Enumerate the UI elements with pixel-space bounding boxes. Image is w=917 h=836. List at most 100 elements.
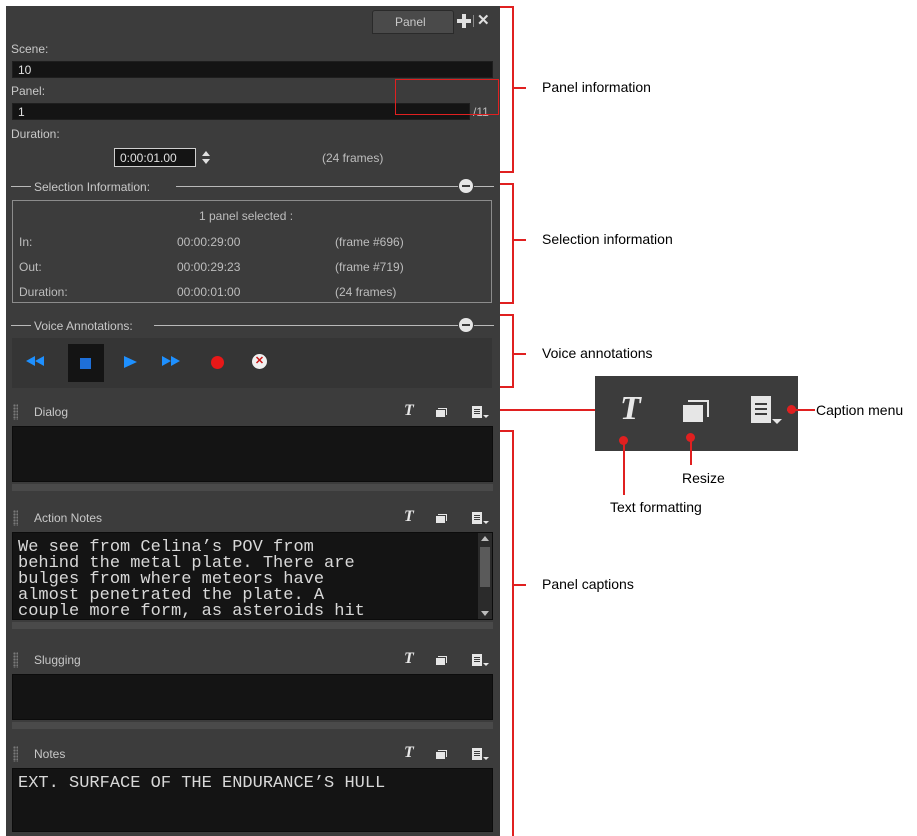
- add-view-icon[interactable]: [457, 14, 471, 28]
- scene-field[interactable]: 10: [12, 61, 493, 78]
- resize-annotation: Resize: [682, 470, 725, 486]
- resize-icon-large: [683, 400, 709, 422]
- resize-dot: [686, 433, 695, 442]
- caption-title: Dialog: [34, 405, 69, 419]
- scene-value: 10: [18, 63, 32, 77]
- text-formatting-dot: [619, 436, 628, 445]
- text-formatting-pointer: [623, 440, 625, 495]
- tab-panel[interactable]: Panel: [372, 10, 454, 34]
- scroll-down-icon[interactable]: [481, 611, 489, 616]
- drag-handle-icon[interactable]: [13, 746, 18, 762]
- selection-box: 1 panel selected : In: 00:00:29:00 (fram…: [12, 200, 492, 303]
- duration-label: Duration:: [11, 127, 60, 141]
- resize-icon[interactable]: [436, 750, 447, 759]
- text-format-icon[interactable]: T: [404, 508, 414, 526]
- selection-out-frames: (frame #719): [335, 260, 404, 274]
- fast-forward-icon[interactable]: [162, 354, 184, 368]
- stop-icon: [80, 358, 91, 369]
- scene-label: Scene:: [11, 42, 49, 56]
- duration-field[interactable]: 0:00:01.00: [114, 148, 196, 167]
- callout-connector: [500, 409, 595, 411]
- delete-audio-icon[interactable]: ✕: [252, 354, 267, 369]
- selection-duration-frames: (24 frames): [335, 285, 397, 299]
- text-format-icon[interactable]: T: [404, 744, 414, 762]
- caption-text-area[interactable]: We see from Celina’s POV from behind the…: [12, 532, 493, 620]
- selection-information-annotation: Selection information: [542, 231, 673, 247]
- selection-header: Selection Information:: [34, 180, 151, 194]
- caption-menu-annotation: Caption menu: [816, 402, 904, 418]
- caption-menu-icon[interactable]: [472, 748, 489, 760]
- voice-annotations-bracket: [500, 314, 514, 388]
- drag-handle-icon[interactable]: [13, 404, 18, 420]
- selection-duration-time: 00:00:01:00: [177, 285, 241, 299]
- close-icon[interactable]: ✕: [477, 13, 490, 28]
- drag-handle-icon[interactable]: [13, 652, 18, 668]
- panel-total-highlight: [395, 79, 499, 115]
- scroll-up-icon[interactable]: [481, 536, 489, 541]
- bracket-tick: [514, 239, 526, 241]
- caption-text-area[interactable]: EXT. SURFACE OF THE ENDURANCE’S HULL: [12, 768, 493, 832]
- selection-in-time: 00:00:29:00: [177, 235, 241, 249]
- caption-header: Notes T: [6, 740, 500, 768]
- selection-information-bracket: [500, 183, 514, 304]
- bracket-tick: [514, 584, 526, 586]
- scroll-thumb[interactable]: [480, 547, 490, 587]
- stop-button[interactable]: [68, 344, 104, 382]
- caption-title: Notes: [34, 747, 66, 761]
- selection-in-frames: (frame #696): [335, 235, 404, 249]
- selection-duration-label: Duration:: [19, 285, 68, 299]
- caption-header: Action Notes T: [6, 504, 500, 532]
- bracket-tick: [514, 87, 526, 89]
- text-format-icon-large: T: [620, 390, 641, 427]
- voice-header: Voice Annotations:: [34, 319, 133, 333]
- bracket-tick: [514, 353, 526, 355]
- panel-value: 1: [18, 105, 25, 119]
- voice-annotations-annotation: Voice annotations: [542, 345, 653, 361]
- caption-text: EXT. SURFACE OF THE ENDURANCE’S HULL: [18, 774, 386, 793]
- voice-controls: ✕: [12, 338, 492, 388]
- play-icon[interactable]: [124, 356, 137, 368]
- panel-information-annotation: Panel information: [542, 79, 651, 95]
- tab-panel-label: Panel: [395, 15, 426, 29]
- duration-frames: (24 frames): [322, 151, 384, 165]
- panel-label: Panel:: [11, 84, 46, 98]
- resize-icon[interactable]: [436, 656, 447, 665]
- caption-title: Action Notes: [34, 511, 103, 525]
- record-icon[interactable]: [211, 356, 224, 369]
- rewind-icon[interactable]: [26, 354, 48, 368]
- caption-scrollbar[interactable]: [478, 533, 492, 619]
- selection-summary: 1 panel selected :: [199, 209, 294, 223]
- selection-in-label: In:: [19, 235, 33, 249]
- resize-icon[interactable]: [436, 408, 447, 417]
- caption-menu-icon-large: [751, 396, 782, 424]
- caption-divider[interactable]: [12, 722, 493, 729]
- caption-menu-icon[interactable]: [472, 406, 489, 418]
- caption-text-area[interactable]: [12, 426, 493, 482]
- separator: [154, 325, 458, 326]
- caption-divider[interactable]: [12, 484, 493, 491]
- separator: [474, 186, 494, 187]
- caption-divider[interactable]: [12, 622, 493, 629]
- collapse-voice-icon[interactable]: [459, 318, 473, 332]
- separator: [11, 325, 31, 326]
- caption-title: Slugging: [34, 653, 81, 667]
- panel-information-bracket: [500, 6, 514, 173]
- separator: [176, 186, 458, 187]
- caption-menu-icon[interactable]: [472, 654, 489, 666]
- text-format-icon[interactable]: T: [404, 650, 414, 668]
- caption-text-area[interactable]: [12, 674, 493, 720]
- selection-out-label: Out:: [19, 260, 42, 274]
- panel-view: Panel ✕ Scene: 10 Panel: 1 /11 Duration:…: [6, 6, 500, 836]
- resize-icon[interactable]: [436, 514, 447, 523]
- duration-value: 0:00:01.00: [120, 151, 177, 165]
- separator: [11, 186, 31, 187]
- text-format-icon[interactable]: T: [404, 402, 414, 420]
- selection-out-time: 00:00:29:23: [177, 260, 241, 274]
- text-formatting-annotation: Text formatting: [610, 499, 702, 515]
- collapse-selection-icon[interactable]: [459, 179, 473, 193]
- duration-spinner-icon[interactable]: [202, 151, 210, 165]
- caption-header: Dialog T: [6, 398, 500, 426]
- caption-menu-icon[interactable]: [472, 512, 489, 524]
- drag-handle-icon[interactable]: [13, 510, 18, 526]
- panel-captions-annotation: Panel captions: [542, 576, 634, 592]
